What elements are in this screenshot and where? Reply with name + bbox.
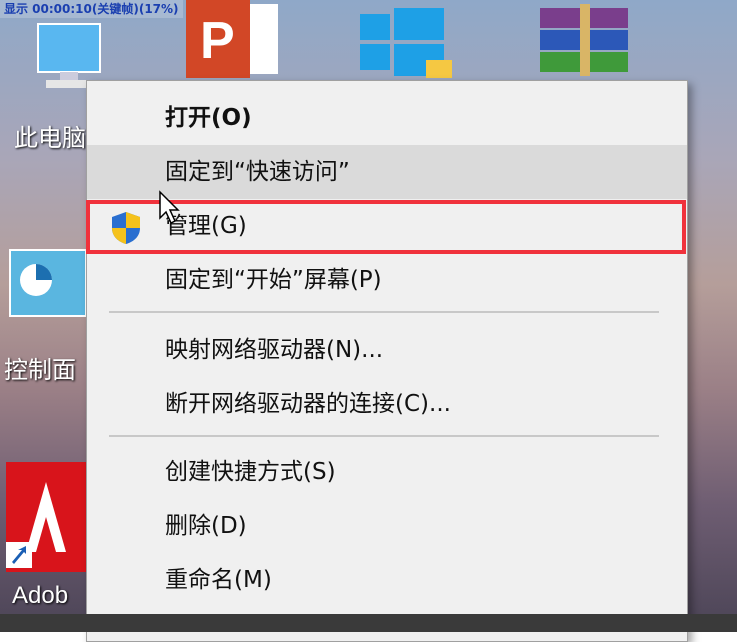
- menu-item-pin-start[interactable]: 固定到“开始”屏幕(P): [87, 253, 687, 307]
- adobe-label[interactable]: Adob: [12, 582, 68, 610]
- desktop: 显示 00:00:10(关键帧)(17%) 此电脑 P 控制面 Adob 打开(…: [0, 0, 737, 642]
- menu-item-label: 重命名(M): [165, 567, 272, 593]
- menu-item-label: 打开(O): [165, 105, 252, 131]
- adobe-icon[interactable]: [6, 462, 86, 576]
- menu-item-label: 删除(D): [165, 513, 247, 539]
- context-menu: 打开(O) 固定到“快速访问” 管理(G) 固定到“开始”屏幕(P) 映射网络驱…: [86, 80, 688, 642]
- taskbar: [0, 614, 737, 632]
- mouse-cursor-icon: [158, 190, 182, 230]
- menu-item-create-shortcut[interactable]: 创建快捷方式(S): [87, 445, 687, 499]
- control-panel-icon[interactable]: [8, 248, 88, 322]
- menu-item-label: 固定到“快速访问”: [165, 159, 350, 185]
- menu-item-label: 固定到“开始”屏幕(P): [165, 267, 382, 293]
- menu-item-map-network-drive[interactable]: 映射网络驱动器(N)...: [87, 323, 687, 377]
- menu-item-rename[interactable]: 重命名(M): [87, 553, 687, 607]
- menu-separator: [109, 435, 659, 437]
- menu-item-disconnect-network-drive[interactable]: 断开网络驱动器的连接(C)...: [87, 377, 687, 431]
- svg-text:P: P: [200, 12, 235, 70]
- powerpoint-icon[interactable]: P: [186, 0, 282, 84]
- menu-item-open[interactable]: 打开(O): [87, 91, 687, 145]
- this-pc-label[interactable]: 此电脑: [14, 118, 86, 153]
- control-panel-label[interactable]: 控制面: [4, 350, 76, 385]
- menu-item-delete[interactable]: 删除(D): [87, 499, 687, 553]
- menu-item-label: 创建快捷方式(S): [165, 459, 336, 485]
- winrar-icon[interactable]: [534, 4, 634, 84]
- windows-store-icon[interactable]: [356, 8, 456, 84]
- menu-separator: [109, 311, 659, 313]
- menu-item-label: 映射网络驱动器(N)...: [165, 337, 384, 363]
- recording-overlay-text: 显示 00:00:10(关键帧)(17%): [0, 0, 183, 18]
- menu-item-label: 断开网络驱动器的连接(C)...: [165, 391, 451, 417]
